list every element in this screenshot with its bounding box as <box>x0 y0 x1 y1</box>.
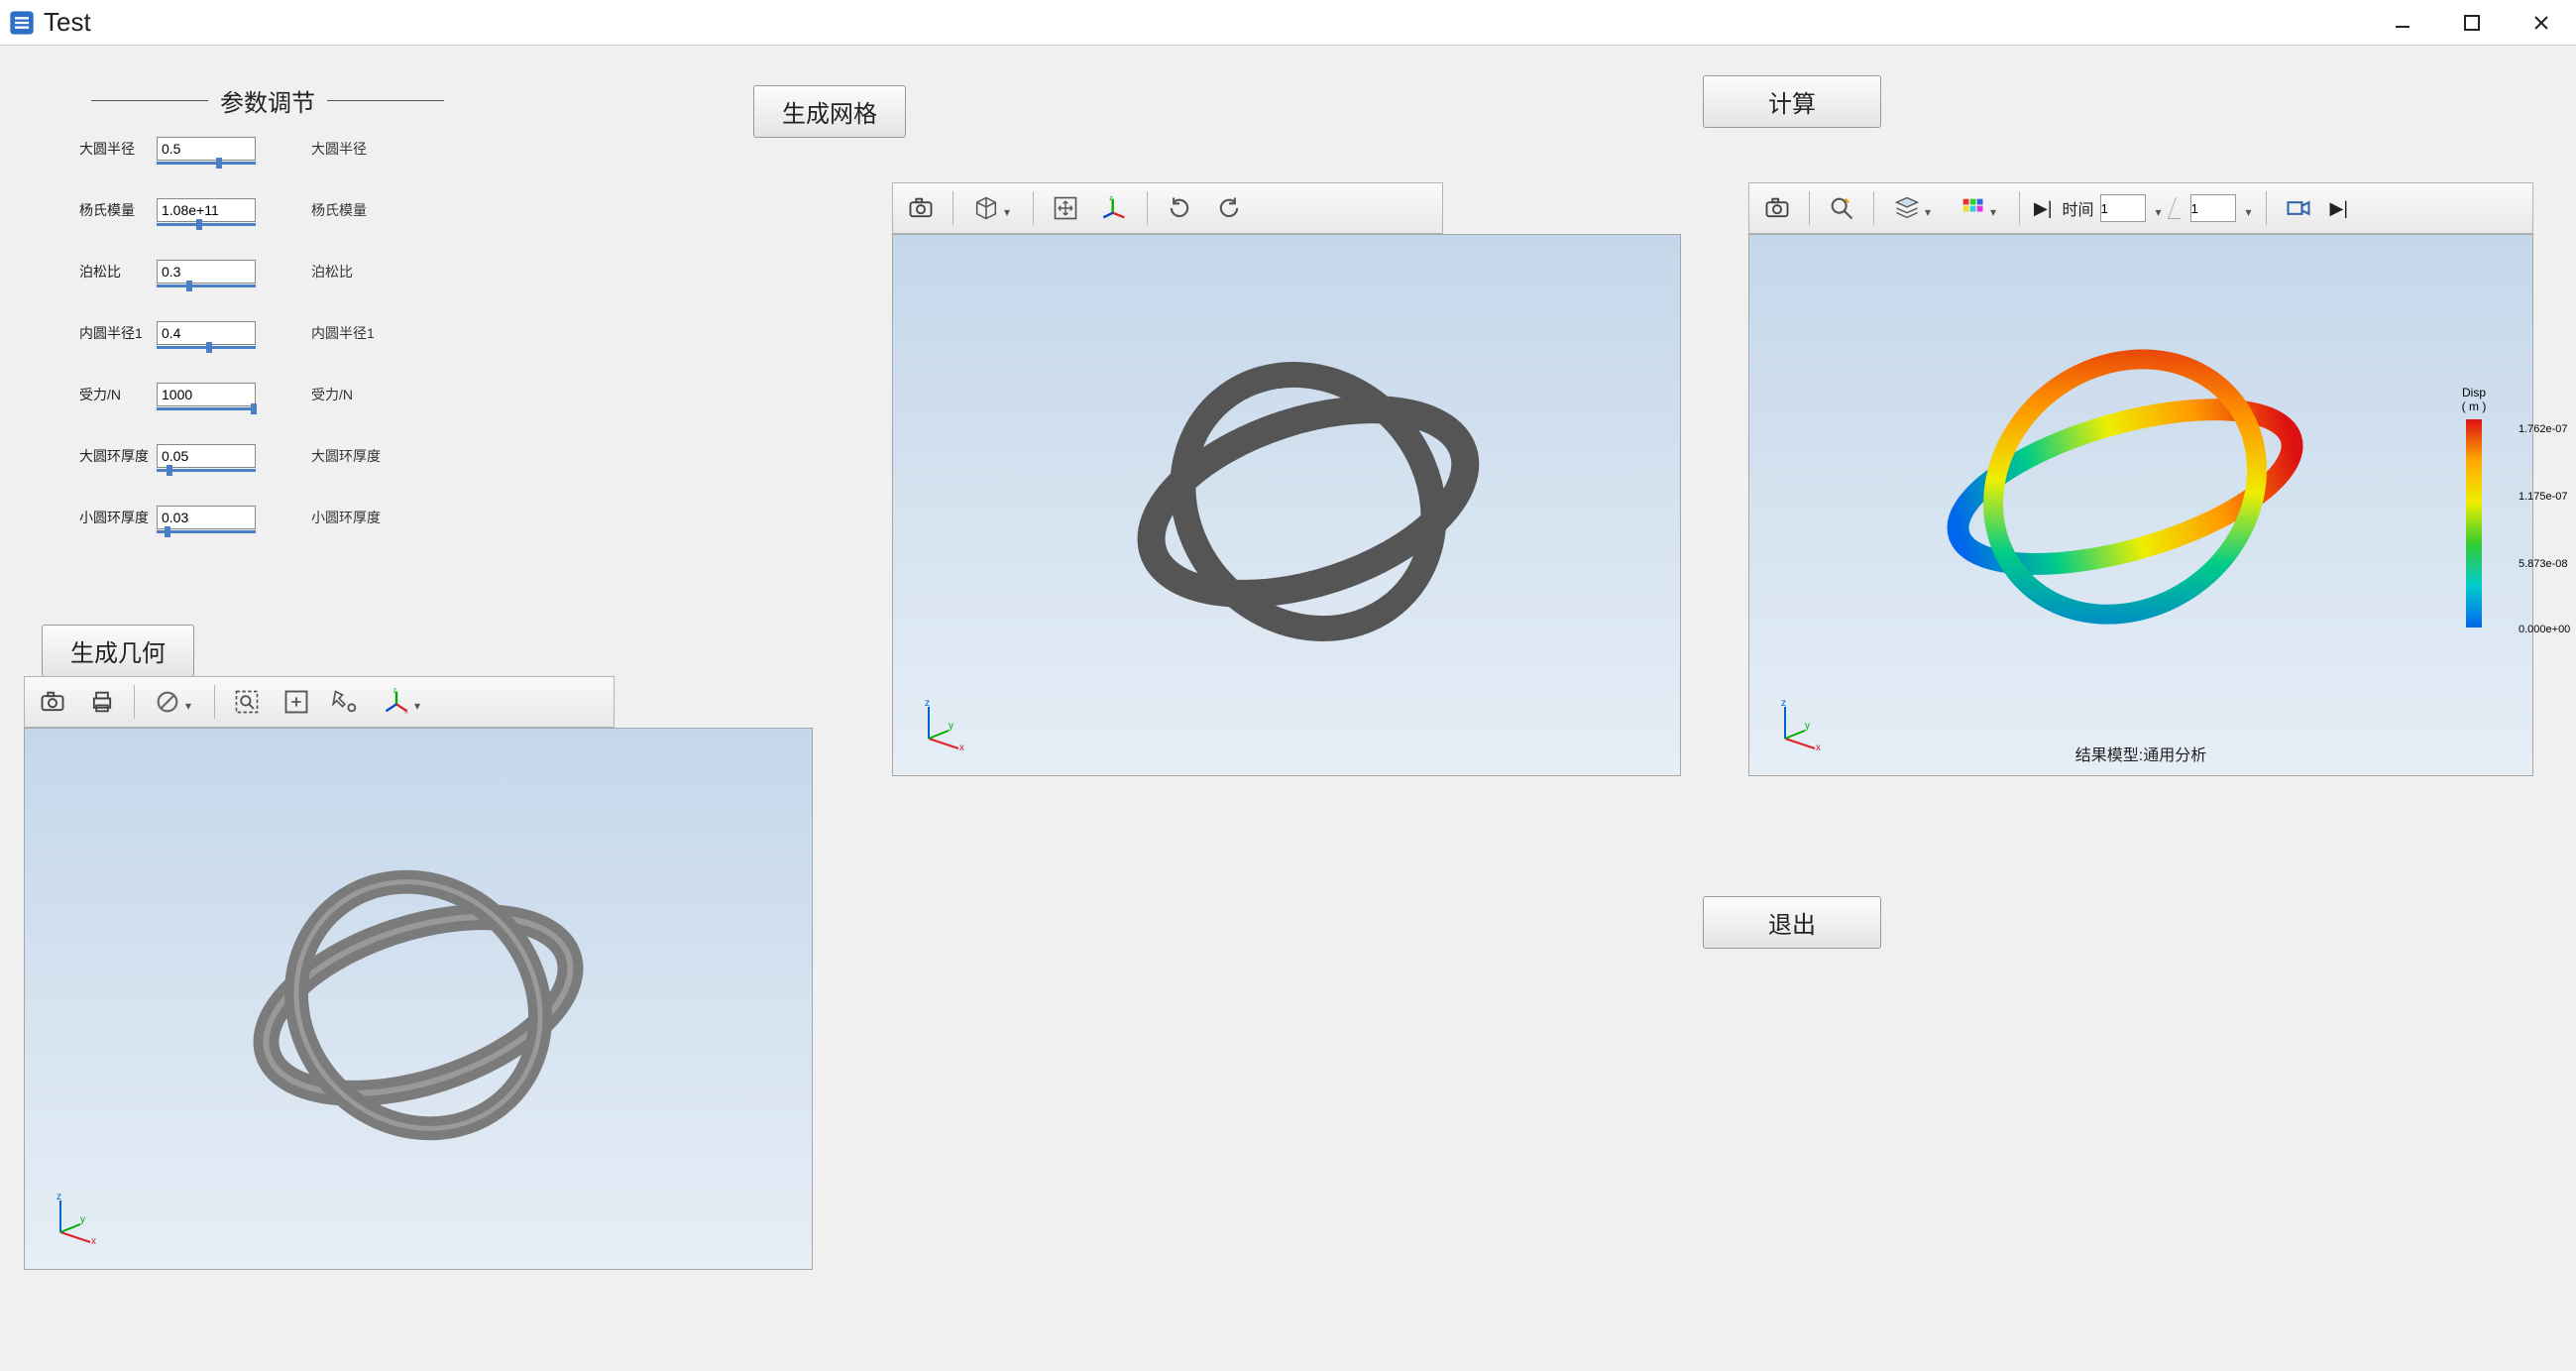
param-input[interactable] <box>157 260 256 284</box>
window-controls <box>2368 0 2576 45</box>
param-side-label: 杨氏模量 <box>311 200 367 220</box>
param-side-label: 泊松比 <box>311 262 353 282</box>
param-label: 大圆半径 <box>79 139 157 159</box>
axis-triad-icon: z x y <box>47 1191 102 1249</box>
time-label: 时间 <box>2063 196 2094 220</box>
window-title: Test <box>44 7 91 38</box>
svg-text:x: x <box>404 709 408 716</box>
param-label: 内圆半径1 <box>79 323 157 343</box>
zoom-selection-icon[interactable] <box>324 682 368 722</box>
param-label: 小圆环厚度 <box>79 508 157 527</box>
param-slider[interactable] <box>79 223 456 235</box>
time-dropdown-icon[interactable] <box>2156 203 2166 213</box>
param-side-label: 小圆环厚度 <box>311 508 381 527</box>
mesh-render <box>893 235 1680 775</box>
maximize-button[interactable] <box>2437 0 2507 45</box>
legend-tick: 1.762e-07 <box>2519 423 2568 435</box>
param-slider[interactable] <box>79 285 456 296</box>
fit-view-icon[interactable] <box>275 682 318 722</box>
svg-text:z: z <box>56 1192 61 1202</box>
content-area: 参数调节 大圆半径 大圆半径杨氏模量 杨氏模量泊松比 泊松比内圆半径1 内圆半径1 受力/… <box>0 46 2576 1371</box>
time-controls: 时间 <box>2063 194 2256 222</box>
rotate-ccw-icon[interactable] <box>1207 188 1251 228</box>
legend-title-2: ( m ) <box>2429 400 2519 413</box>
param-slider[interactable] <box>79 530 456 542</box>
legend-tick: 1.175e-07 <box>2519 491 2568 503</box>
param-slider[interactable] <box>79 469 456 481</box>
legend-title-1: Disp <box>2429 386 2519 400</box>
mesh-viewport[interactable]: z x y <box>892 234 1681 776</box>
svg-text:x: x <box>959 743 964 752</box>
svg-text:x: x <box>91 1236 96 1246</box>
time-input-2[interactable] <box>2190 194 2236 222</box>
geometry-toolbar: zx <box>24 676 615 728</box>
video-icon[interactable] <box>2277 188 2320 228</box>
param-side-label: 大圆半径 <box>311 139 367 159</box>
svg-text:z: z <box>1781 698 1786 709</box>
parameter-title: 参数调节 <box>220 83 315 118</box>
param-side-label: 大圆环厚度 <box>311 446 381 466</box>
compute-button[interactable]: 计算 <box>1703 75 1881 128</box>
layers-dropdown-icon[interactable] <box>1884 188 1944 228</box>
param-input[interactable] <box>157 383 256 406</box>
results-caption: 结果模型:通用分析 <box>1749 742 2532 765</box>
generate-mesh-button[interactable]: 生成网格 <box>753 85 906 138</box>
colormap-dropdown-icon[interactable] <box>1950 188 2009 228</box>
svg-text:z: z <box>1109 195 1113 202</box>
step-last-icon[interactable]: ▶| <box>2326 198 2353 219</box>
param-input[interactable] <box>157 137 256 161</box>
param-slider[interactable] <box>79 407 456 419</box>
param-label: 大圆环厚度 <box>79 446 157 466</box>
svg-text:y: y <box>1805 721 1810 732</box>
camera-snapshot-icon[interactable] <box>899 188 943 228</box>
svg-text:y: y <box>80 1214 85 1225</box>
param-input[interactable] <box>157 506 256 529</box>
results-viewport[interactable]: zxy Disp ( m ) 1.762e-07 1.175e-07 5.873… <box>1748 234 2533 776</box>
generate-geometry-button[interactable]: 生成几何 <box>42 625 194 677</box>
param-slider[interactable] <box>79 346 456 358</box>
probe-icon[interactable] <box>1820 188 1863 228</box>
param-label: 泊松比 <box>79 262 157 282</box>
minimize-button[interactable] <box>2368 0 2437 45</box>
color-legend: Disp ( m ) 1.762e-07 1.175e-07 5.873e-08… <box>2429 386 2519 628</box>
cube-view-dropdown-icon[interactable] <box>963 188 1023 228</box>
svg-text:z: z <box>393 688 397 695</box>
legend-tick: 0.000e+00 <box>2519 624 2570 635</box>
camera-snapshot-icon[interactable] <box>31 682 74 722</box>
close-button[interactable] <box>2507 0 2576 45</box>
pan-icon[interactable] <box>1044 188 1087 228</box>
app-icon <box>8 9 36 37</box>
zoom-region-icon[interactable] <box>225 682 269 722</box>
legend-colorbar <box>2466 419 2482 628</box>
print-icon[interactable] <box>80 682 124 722</box>
legend-tick: 5.873e-08 <box>2519 558 2568 570</box>
axis-triad-icon[interactable]: z <box>1093 188 1137 228</box>
results-render <box>1749 235 2532 775</box>
svg-text:y: y <box>949 721 953 732</box>
svg-text:z: z <box>925 698 930 709</box>
geometry-viewport[interactable]: z x y <box>24 728 813 1270</box>
param-slider[interactable] <box>79 162 456 173</box>
results-toolbar: ▶| 时间 ▶| <box>1748 182 2533 234</box>
rotate-cw-icon[interactable] <box>1158 188 1201 228</box>
time2-dropdown-icon[interactable] <box>2246 203 2256 213</box>
mesh-toolbar: z <box>892 182 1443 234</box>
param-label: 杨氏模量 <box>79 200 157 220</box>
axis-triad-icon: z x y <box>915 697 970 755</box>
param-side-label: 受力/N <box>311 385 353 404</box>
param-side-label: 内圆半径1 <box>311 323 375 343</box>
parameter-panel: 参数调节 大圆半径 大圆半径杨氏模量 杨氏模量泊松比 泊松比内圆半径1 内圆半径1 受力/… <box>79 83 456 560</box>
forbidden-dropdown-icon[interactable] <box>145 682 204 722</box>
slash-label <box>2168 197 2188 219</box>
exit-button[interactable]: 退出 <box>1703 896 1881 949</box>
time-input-1[interactable] <box>2100 194 2146 222</box>
geometry-render <box>25 729 812 1269</box>
titlebar: Test <box>0 0 2576 46</box>
axis-orientation-dropdown-icon[interactable]: zx <box>374 682 433 722</box>
camera-snapshot-icon[interactable] <box>1755 188 1799 228</box>
step-first-icon[interactable]: ▶| <box>2030 198 2057 219</box>
param-input[interactable] <box>157 198 256 222</box>
parameter-header: 参数调节 <box>79 83 456 118</box>
param-label: 受力/N <box>79 385 157 404</box>
